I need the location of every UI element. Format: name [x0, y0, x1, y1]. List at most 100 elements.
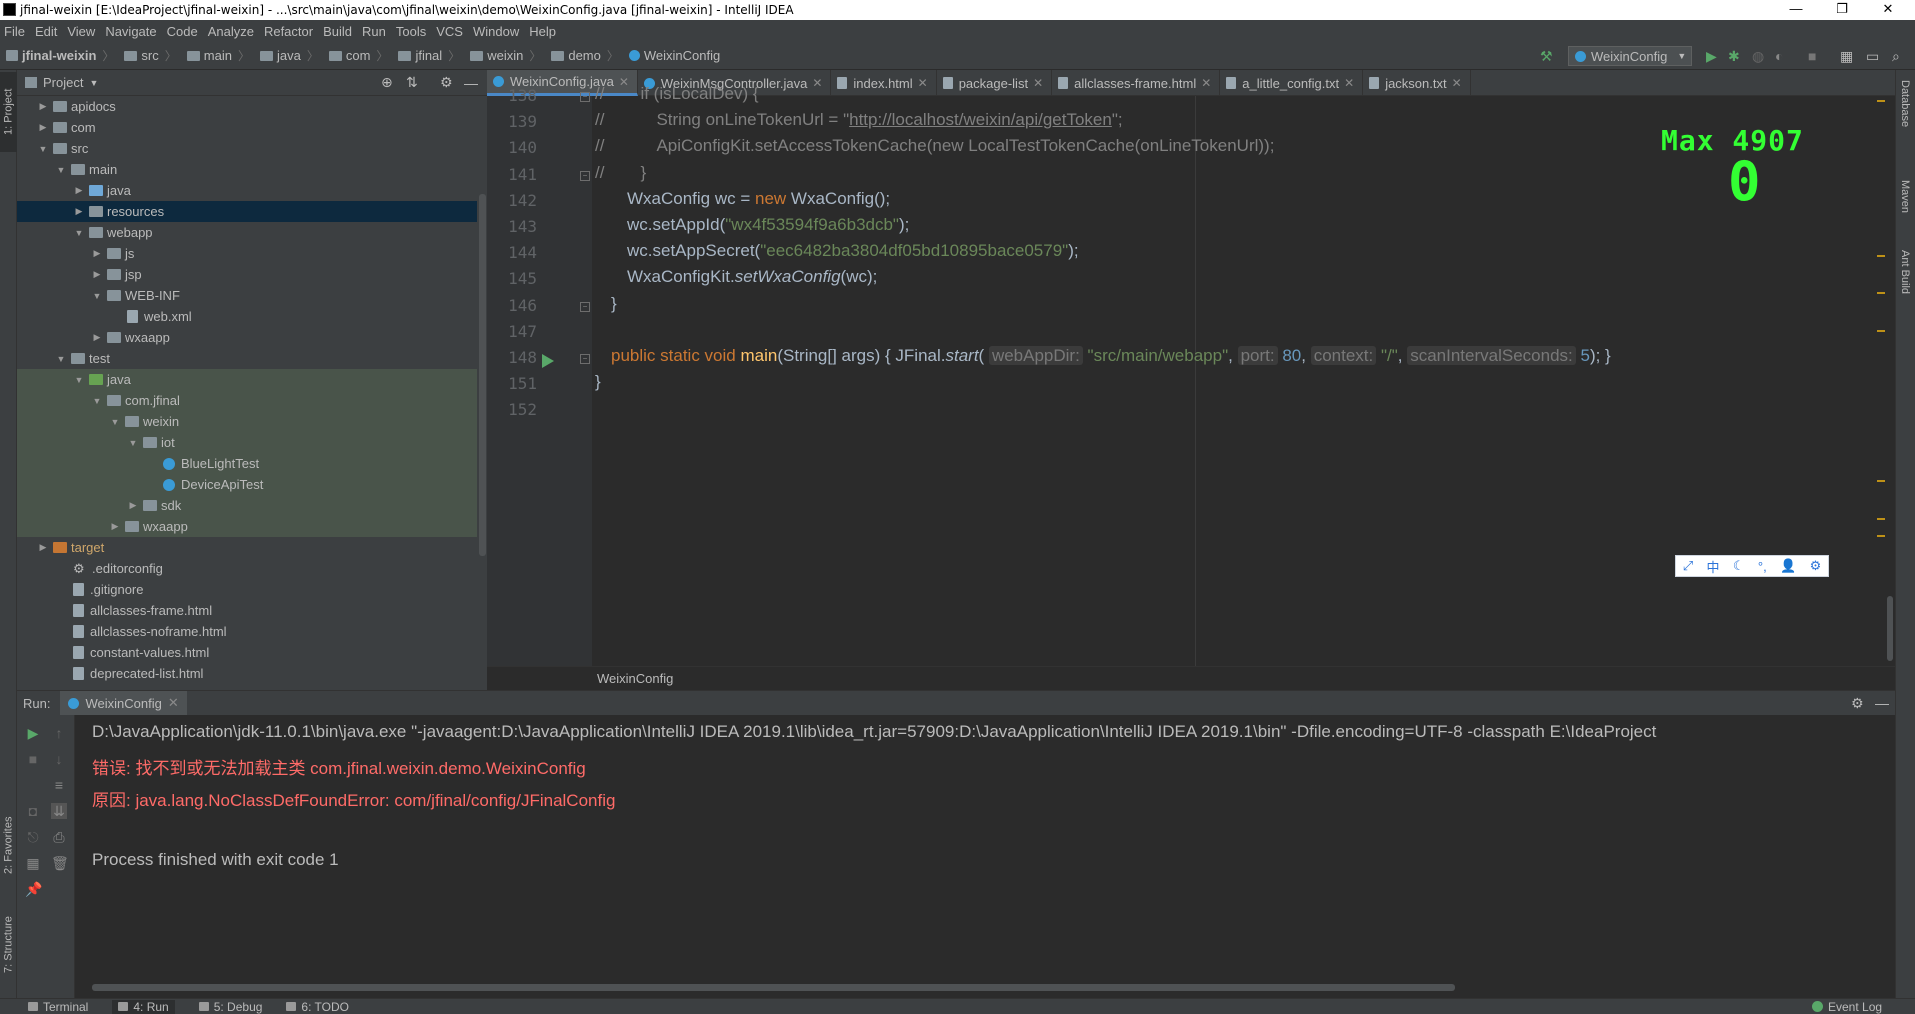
close-icon[interactable]: ✕ [1452, 76, 1462, 90]
expanded-arrow-icon[interactable]: ▼ [73, 228, 85, 238]
down-arrow-icon[interactable]: ↓ [51, 751, 67, 767]
collapsed-arrow-icon[interactable]: ▶ [37, 542, 49, 553]
tree-item[interactable]: ▶ com [17, 117, 477, 138]
profile-icon[interactable]: ◐ [1775, 48, 1783, 64]
expanded-arrow-icon[interactable]: ▼ [37, 144, 49, 154]
menu-item-edit[interactable]: Edit [31, 24, 63, 39]
breadcrumb-item[interactable]: jfinal 〉 [392, 47, 460, 64]
editor-tab[interactable]: allclasses-frame.html ✕ [1052, 70, 1221, 96]
tool-tab-ant-build[interactable]: Ant Build [1899, 250, 1911, 330]
tool-tab-favorites[interactable]: 2: Favorites [0, 800, 17, 890]
tool-tab-project[interactable]: 1: Project [0, 72, 17, 152]
ime-expand-icon[interactable]: ⤢ [1683, 558, 1693, 574]
tree-item[interactable]: ▶ apidocs [17, 96, 477, 117]
rerun-icon[interactable]: ▶ [25, 725, 41, 741]
soft-wrap-icon[interactable]: ≡ [51, 777, 67, 793]
expanded-arrow-icon[interactable]: ▼ [91, 396, 103, 406]
tool-window-button[interactable]: 5: Debug [198, 1000, 262, 1014]
tree-item[interactable]: ▶ java [17, 180, 477, 201]
editor-tab[interactable]: jackson.txt ✕ [1363, 70, 1471, 96]
expanded-arrow-icon[interactable]: ▼ [73, 375, 85, 385]
print-icon[interactable]: ⎙ [51, 829, 67, 845]
error-stripe-mark[interactable] [1877, 535, 1885, 537]
menu-item-file[interactable]: File [0, 24, 31, 39]
tree-item[interactable]: DeviceApiTest [17, 474, 477, 495]
collapse-all-icon[interactable]: ⇅ [406, 74, 418, 91]
fold-toggle-icon[interactable]: − [580, 354, 590, 364]
error-stripe-mark[interactable] [1877, 330, 1885, 332]
run-gutter-icon[interactable] [542, 354, 554, 368]
error-stripe-mark[interactable] [1877, 480, 1885, 482]
stop-icon[interactable]: ■ [1808, 48, 1816, 64]
tool-window-button[interactable]: 4: Run [112, 999, 175, 1014]
expanded-arrow-icon[interactable]: ▼ [127, 438, 139, 448]
tree-item[interactable]: ▶ jsp [17, 264, 477, 285]
tree-item[interactable]: ▼ iot [17, 432, 477, 453]
breadcrumb-item[interactable]: jfinal-weixin 〉 [0, 47, 114, 64]
minimize-button[interactable]: — [1773, 0, 1819, 20]
gear-icon[interactable]: ⚙ [440, 74, 453, 91]
menu-item-build[interactable]: Build [319, 24, 358, 39]
locate-icon[interactable]: ⊕ [381, 74, 393, 91]
collapsed-arrow-icon[interactable]: ▶ [109, 521, 121, 532]
menu-item-tools[interactable]: Tools [392, 24, 432, 39]
close-icon[interactable]: ✕ [918, 76, 928, 90]
menu-item-vcs[interactable]: VCS [432, 24, 469, 39]
menu-item-analyze[interactable]: Analyze [204, 24, 260, 39]
close-icon[interactable]: ✕ [1033, 76, 1043, 90]
collapsed-arrow-icon[interactable]: ▶ [73, 185, 85, 196]
menu-item-code[interactable]: Code [163, 24, 204, 39]
fold-toggle-icon[interactable]: − [580, 170, 590, 181]
tree-item[interactable]: allclasses-noframe.html [17, 621, 477, 642]
collapsed-arrow-icon[interactable]: ▶ [37, 122, 49, 133]
layout-icon[interactable]: ▦ [25, 855, 41, 871]
tool-window-button[interactable]: 6: TODO [286, 1000, 349, 1014]
menu-item-help[interactable]: Help [525, 24, 562, 39]
tree-item[interactable]: web.xml [17, 306, 477, 327]
error-stripe-mark[interactable] [1877, 518, 1885, 520]
editor-tab[interactable]: package-list ✕ [937, 70, 1053, 96]
tree-item[interactable]: ▼ main [17, 159, 477, 180]
tree-item[interactable]: ▼ com.jfinal [17, 390, 477, 411]
tree-item[interactable]: ▼ java [17, 369, 477, 390]
restore-button[interactable]: ❐ [1819, 0, 1865, 20]
menu-item-view[interactable]: View [63, 24, 101, 39]
close-icon[interactable]: ✕ [168, 695, 179, 711]
pin-icon[interactable]: 📌 [25, 881, 42, 897]
tree-item[interactable]: ▶ wxaapp [17, 516, 477, 537]
project-structure-icon[interactable]: ▦ [1840, 48, 1853, 65]
console-horizontal-scrollbar[interactable] [92, 984, 1455, 991]
expanded-arrow-icon[interactable]: ▼ [91, 291, 103, 301]
run-config-selector[interactable]: WeixinConfig ▼ [1568, 46, 1692, 66]
breadcrumb-item[interactable]: WeixinConfig [623, 48, 720, 63]
tree-item[interactable]: ▼ webapp [17, 222, 477, 243]
stop-icon[interactable]: ■ [25, 751, 41, 767]
ime-moon-icon[interactable]: ☾ [1733, 558, 1745, 574]
menu-item-navigate[interactable]: Navigate [101, 24, 162, 39]
close-icon[interactable]: ✕ [1344, 76, 1354, 90]
close-icon[interactable]: ✕ [812, 76, 822, 90]
build-hammer-icon[interactable]: ⚒ [1540, 48, 1553, 65]
gear-icon[interactable]: ⚙ [1851, 695, 1864, 712]
close-icon[interactable]: ✕ [1201, 76, 1211, 90]
tree-item[interactable]: constant-values.html [17, 642, 477, 663]
exit-icon[interactable]: ⎋ [25, 829, 41, 845]
code-editor[interactable]: 138 139 140 141 142 143 144 145 146 147 148 151 152 −… [487, 84, 1895, 666]
scroll-to-end-icon[interactable]: ⇊ [51, 803, 67, 819]
editor-tab[interactable]: index.html ✕ [831, 70, 937, 96]
ime-chinese-mode-icon[interactable]: 中 [1706, 557, 1719, 576]
tool-tab-maven[interactable]: Maven [1899, 180, 1911, 240]
hide-panel-icon[interactable]: — [464, 75, 478, 91]
fold-toggle-icon[interactable]: − [580, 301, 590, 312]
breadcrumb-item[interactable]: weixin 〉 [464, 47, 541, 64]
tree-item[interactable]: ▼ WEB-INF [17, 285, 477, 306]
menu-item-refactor[interactable]: Refactor [260, 24, 319, 39]
collapsed-arrow-icon[interactable]: ▶ [91, 332, 103, 343]
tree-item[interactable]: ▶ js [17, 243, 477, 264]
tree-item[interactable]: ▼ test [17, 348, 477, 369]
tree-item[interactable]: .gitignore [17, 579, 477, 600]
editor-tab[interactable]: a_little_config.txt ✕ [1220, 70, 1364, 96]
error-stripe-mark[interactable] [1877, 100, 1885, 102]
close-window-button[interactable]: ✕ [1865, 0, 1911, 20]
menu-item-run[interactable]: Run [358, 24, 392, 39]
